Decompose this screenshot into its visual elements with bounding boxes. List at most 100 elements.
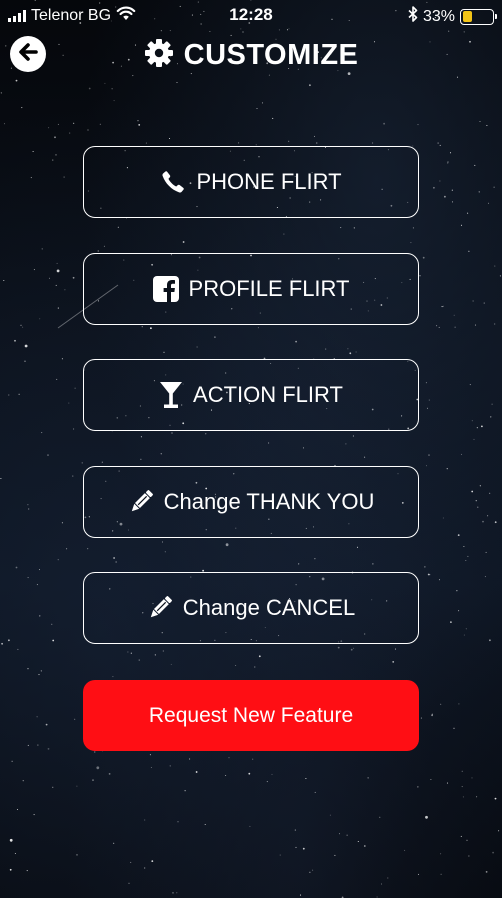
star — [438, 326, 440, 328]
star — [372, 563, 374, 565]
star — [144, 819, 146, 821]
star — [485, 871, 488, 873]
star — [47, 454, 49, 456]
star — [261, 102, 264, 104]
star — [449, 152, 452, 154]
action-flirt-label: ACTION FLIRT — [193, 382, 343, 407]
action-flirt-button[interactable]: ACTION FLIRT — [83, 359, 419, 431]
star — [228, 757, 230, 759]
star — [489, 639, 491, 642]
star — [16, 808, 19, 811]
star — [471, 420, 473, 422]
star — [490, 416, 492, 418]
star — [440, 853, 442, 855]
star — [431, 713, 433, 715]
profile-flirt-button[interactable]: PROFILE FLIRT — [83, 253, 419, 325]
star — [20, 324, 22, 326]
star — [87, 548, 89, 550]
star — [238, 142, 240, 144]
star — [38, 674, 40, 676]
star — [447, 161, 449, 163]
star — [420, 717, 422, 719]
star — [52, 639, 55, 642]
star — [150, 327, 152, 330]
star — [18, 393, 20, 395]
star — [258, 655, 261, 658]
change-thank-you-label: Change THANK YOU — [163, 489, 375, 514]
star — [428, 399, 430, 401]
star — [372, 142, 374, 144]
star — [494, 797, 497, 800]
star — [439, 180, 441, 182]
star — [302, 447, 305, 449]
star — [394, 648, 397, 650]
status-bar: Telenor BG 12:28 33% — [0, 0, 502, 30]
star — [55, 284, 57, 286]
star — [189, 758, 191, 760]
star — [412, 227, 414, 229]
phone-flirt-button[interactable]: PHONE FLIRT — [83, 146, 419, 218]
star — [442, 517, 444, 519]
status-right: 33% — [408, 6, 497, 27]
star — [458, 703, 460, 705]
star — [451, 189, 453, 191]
star — [478, 191, 480, 193]
star — [172, 892, 174, 894]
star — [498, 830, 500, 832]
star — [151, 860, 154, 862]
star — [487, 515, 489, 517]
star — [471, 777, 473, 779]
star — [450, 621, 452, 623]
star — [283, 233, 285, 235]
star — [140, 436, 142, 438]
star — [26, 870, 28, 872]
star — [295, 340, 297, 343]
star — [438, 579, 441, 581]
star — [334, 854, 336, 856]
star — [113, 100, 115, 102]
star — [252, 758, 254, 760]
bluetooth-icon — [408, 6, 418, 27]
star — [467, 555, 469, 557]
change-thank-you-button[interactable]: Change THANK YOU — [83, 466, 419, 538]
change-cancel-button[interactable]: Change CANCEL — [83, 572, 419, 644]
star — [451, 201, 454, 203]
star — [117, 226, 119, 228]
star — [101, 461, 103, 463]
star — [7, 639, 10, 642]
star — [469, 384, 471, 386]
star — [48, 127, 50, 129]
star — [482, 520, 484, 523]
star — [249, 825, 251, 827]
request-new-feature-button[interactable]: Request New Feature — [83, 680, 419, 751]
star — [467, 212, 469, 214]
star — [39, 615, 41, 617]
star — [108, 773, 111, 775]
star — [72, 475, 74, 477]
star — [97, 250, 99, 252]
star — [73, 122, 75, 124]
star — [45, 723, 48, 726]
star — [422, 256, 425, 259]
star — [41, 248, 43, 250]
star — [439, 144, 441, 146]
star — [235, 664, 237, 667]
star — [477, 506, 479, 508]
star — [57, 559, 59, 561]
star — [15, 566, 18, 569]
star — [128, 882, 130, 884]
star — [48, 277, 51, 279]
pencil-icon — [128, 489, 154, 515]
star — [353, 227, 355, 229]
star — [288, 140, 290, 142]
star — [21, 107, 23, 109]
star — [113, 557, 115, 559]
battery-icon — [460, 8, 497, 25]
star — [76, 785, 78, 787]
header: CUSTOMIZE — [0, 30, 502, 82]
star — [481, 425, 483, 428]
star — [431, 714, 433, 717]
star — [81, 462, 83, 464]
star — [392, 661, 395, 663]
star — [112, 676, 114, 678]
